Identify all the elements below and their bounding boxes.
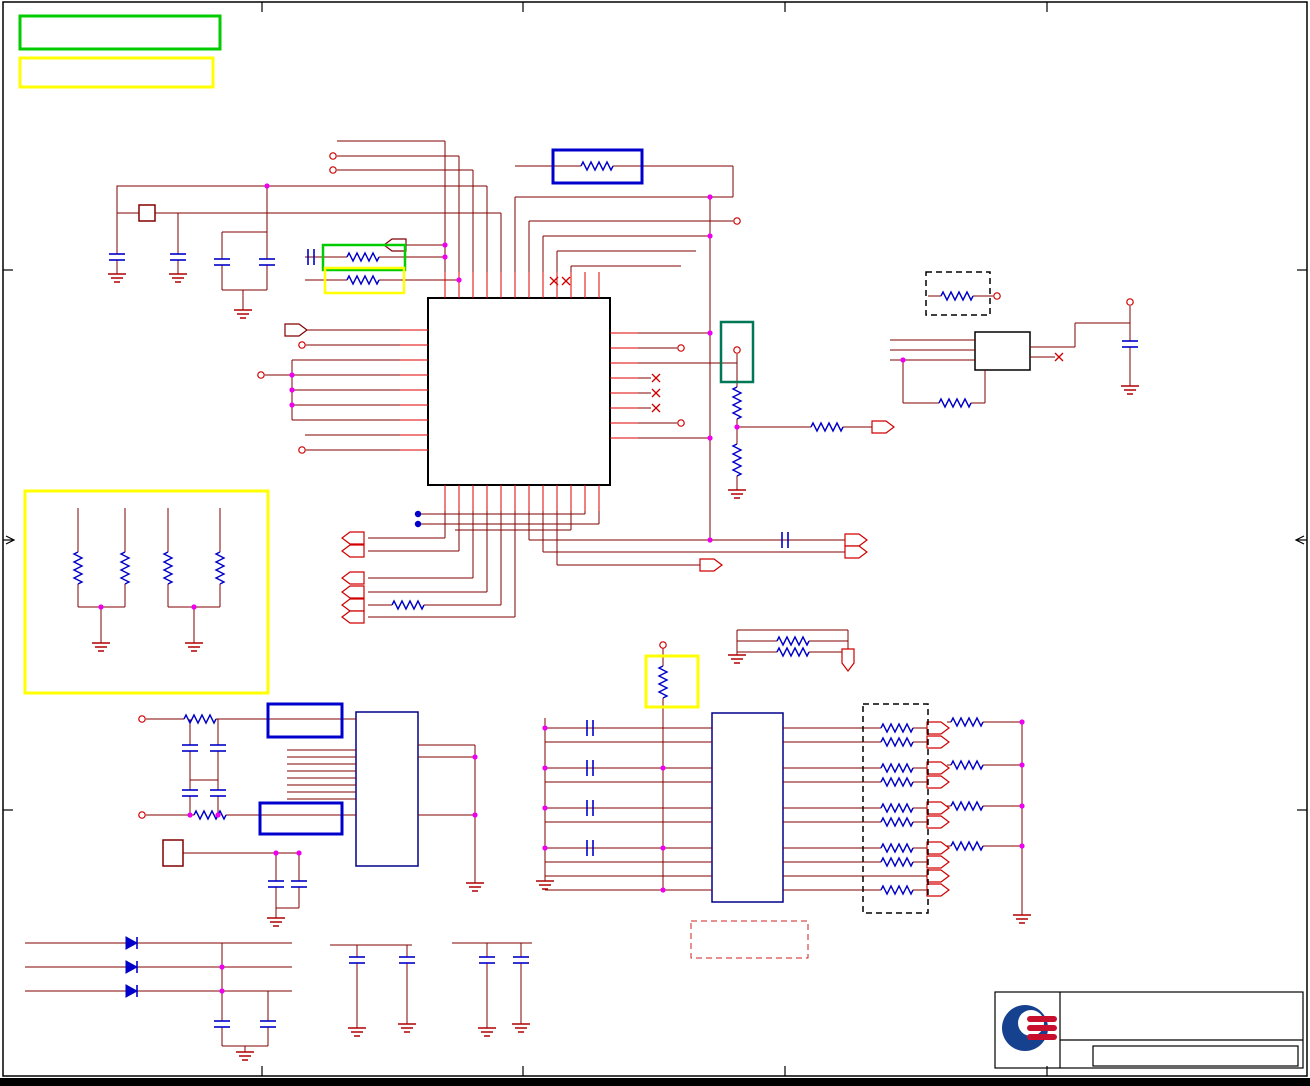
company-logo-icon xyxy=(1027,1034,1057,1040)
junction-dot xyxy=(660,887,666,893)
junction-dot xyxy=(542,805,548,811)
junction-dot xyxy=(660,765,666,771)
unconnected-pin-circle xyxy=(659,641,667,649)
junction-dot xyxy=(1019,719,1025,725)
junction-dot xyxy=(98,604,104,610)
junction-dot xyxy=(219,988,225,994)
junction-dot xyxy=(734,424,740,430)
junction-dot xyxy=(707,330,713,336)
junction-dot xyxy=(442,242,448,248)
unconnected-pin-circle xyxy=(1126,298,1134,306)
unconnected-pin-circle xyxy=(138,715,146,723)
junction-dot xyxy=(191,604,197,610)
junction-dot xyxy=(296,850,302,856)
component-box xyxy=(162,839,184,867)
unconnected-pin-circle xyxy=(329,152,337,160)
page-background xyxy=(0,0,1310,1086)
crystal xyxy=(138,204,156,222)
schematic-canvas xyxy=(0,0,1310,1086)
unconnected-pin-circle xyxy=(298,341,306,349)
junction-dot xyxy=(442,254,448,260)
unconnected-pin-circle xyxy=(733,217,741,225)
ic-connector xyxy=(711,712,784,903)
junction-dot xyxy=(900,357,906,363)
company-logo-icon xyxy=(1018,1010,1044,1036)
junction-dot xyxy=(542,765,548,771)
unconnected-pin-circle xyxy=(677,419,685,427)
junction-dot xyxy=(289,402,295,408)
junction-dot xyxy=(264,183,270,189)
ic-codec xyxy=(355,711,419,867)
junction-dot xyxy=(1019,762,1025,768)
ic-small-top-right xyxy=(974,331,1031,371)
junction-dot xyxy=(707,233,713,239)
ic-main xyxy=(427,297,611,486)
unconnected-pin-circle xyxy=(993,292,1001,300)
junction-dot xyxy=(542,725,548,731)
junction-dot-blue xyxy=(414,520,422,528)
unconnected-pin-circle xyxy=(733,346,741,354)
unconnected-pin-circle xyxy=(257,371,265,379)
unconnected-pin-circle xyxy=(298,446,306,454)
junction-dot xyxy=(707,537,713,543)
schematic-page xyxy=(0,0,1310,1086)
junction-dot xyxy=(273,850,279,856)
junction-dot xyxy=(472,812,478,818)
company-logo-icon xyxy=(1027,1025,1057,1031)
junction-dot xyxy=(289,372,295,378)
junction-dot xyxy=(1019,843,1025,849)
unconnected-pin-circle xyxy=(677,344,685,352)
junction-dot xyxy=(542,845,548,851)
bottom-bar xyxy=(0,1078,1310,1086)
junction-dot xyxy=(707,194,713,200)
junction-dot-blue xyxy=(414,510,422,518)
junction-dot xyxy=(215,812,221,818)
junction-dot xyxy=(472,754,478,760)
unconnected-pin-circle xyxy=(329,166,337,174)
junction-dot xyxy=(1019,803,1025,809)
junction-dot xyxy=(660,845,666,851)
junction-dot xyxy=(707,435,713,441)
unconnected-pin-circle xyxy=(138,811,146,819)
junction-dot xyxy=(289,387,295,393)
junction-dot xyxy=(456,277,462,283)
junction-dot xyxy=(219,964,225,970)
company-logo-icon xyxy=(1027,1016,1057,1022)
junction-dot xyxy=(187,812,193,818)
